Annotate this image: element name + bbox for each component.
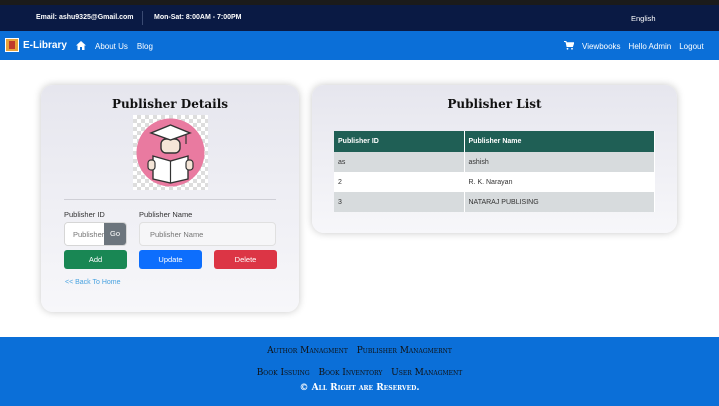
contact-email: Email: ashu9325@Gmail.com xyxy=(36,14,134,21)
cell-publisher-name: ashish xyxy=(464,152,655,172)
nav-right-group: Viewbooks Hello Admin Logout xyxy=(564,41,712,52)
nav-logout[interactable]: Logout xyxy=(679,42,703,51)
footer-publisher-management-link[interactable]: Publisher Managmernt xyxy=(357,346,452,356)
publisher-id-label: Publisher ID xyxy=(64,210,105,219)
column-header-id: Publisher ID xyxy=(334,131,465,152)
cell-publisher-id: 3 xyxy=(334,192,465,212)
publisher-table: Publisher ID Publisher Name as ashish 2 … xyxy=(334,131,655,212)
go-button[interactable]: Go xyxy=(104,223,126,245)
opening-hours: Mon-Sat: 8:00AM - 7:00PM xyxy=(154,14,242,21)
publisher-avatar-icon xyxy=(133,115,208,190)
back-to-home-link[interactable]: << Back To Home xyxy=(65,279,121,286)
cell-publisher-name: R. K. Narayan xyxy=(464,172,655,192)
brand-link[interactable]: E-Library xyxy=(5,38,67,52)
update-button[interactable]: Update xyxy=(139,250,202,269)
table-row[interactable]: 2 R. K. Narayan xyxy=(334,172,655,192)
footer-links-row-1: Author Managment Publisher Managmernt xyxy=(0,346,719,356)
info-bar: Email: ashu9325@Gmail.com Mon-Sat: 8:00A… xyxy=(0,5,719,31)
footer-book-issuing-link[interactable]: Book Issuing xyxy=(257,368,310,378)
footer-links-row-2: Book Issuing Book Inventory User Managme… xyxy=(0,368,719,378)
add-button[interactable]: Add xyxy=(64,250,127,269)
footer-book-inventory-link[interactable]: Book Inventory xyxy=(319,368,383,378)
nav-hello-admin[interactable]: Hello Admin xyxy=(629,42,672,51)
column-header-name: Publisher Name xyxy=(464,131,655,152)
details-title: Publisher Details xyxy=(111,97,229,111)
language-selector[interactable]: English xyxy=(631,14,656,23)
nav-about-us[interactable]: About Us xyxy=(95,42,128,51)
publisher-id-group: Go xyxy=(64,222,127,246)
home-icon[interactable] xyxy=(76,41,86,52)
cart-icon[interactable] xyxy=(564,41,575,52)
nav-blog[interactable]: Blog xyxy=(137,42,153,51)
publisher-name-input[interactable] xyxy=(139,222,276,246)
footer-copyright: © All Right are Reserved. xyxy=(299,383,420,393)
cell-publisher-name: NATARAJ PUBLISING xyxy=(464,192,655,212)
table-header-row: Publisher ID Publisher Name xyxy=(334,131,655,152)
publisher-id-input[interactable] xyxy=(65,223,106,245)
nav-left-group: About Us Blog xyxy=(76,41,162,52)
cell-publisher-id: 2 xyxy=(334,172,465,192)
library-logo-icon xyxy=(5,38,19,52)
brand-name: E-Library xyxy=(23,39,67,51)
site-footer: Author Managment Publisher Managmernt Bo… xyxy=(0,337,719,406)
info-divider xyxy=(142,11,143,25)
publisher-name-label: Publisher Name xyxy=(139,210,193,219)
table-row[interactable]: as ashish xyxy=(334,152,655,172)
nav-viewbooks[interactable]: Viewbooks xyxy=(582,42,621,51)
publisher-list-card: Publisher List Publisher ID Publisher Na… xyxy=(312,85,677,233)
delete-button[interactable]: Delete xyxy=(214,250,277,269)
footer-user-management-link[interactable]: User Managment xyxy=(391,368,462,378)
cell-publisher-id: as xyxy=(334,152,465,172)
footer-author-management-link[interactable]: Author Managment xyxy=(267,346,348,356)
publisher-details-card: Publisher Details Publisher ID Publisher… xyxy=(41,85,299,312)
main-navbar: E-Library About Us Blog Viewbooks Hello … xyxy=(0,31,719,60)
table-row[interactable]: 3 NATARAJ PUBLISING xyxy=(334,192,655,212)
details-divider xyxy=(64,199,276,200)
list-title: Publisher List xyxy=(447,97,542,111)
